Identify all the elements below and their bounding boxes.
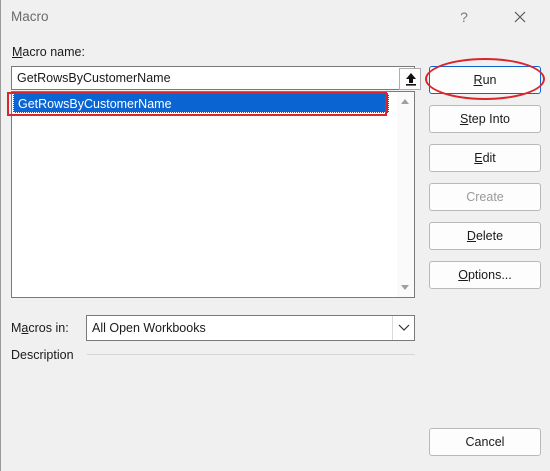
macro-list[interactable]: GetRowsByCustomerName xyxy=(11,91,415,298)
cancel-button[interactable]: Cancel xyxy=(429,428,541,456)
macro-name-input[interactable]: GetRowsByCustomerName xyxy=(11,66,421,90)
collapse-dialog-button[interactable] xyxy=(399,68,421,90)
chevron-down-icon xyxy=(398,324,410,331)
dropdown-toggle[interactable] xyxy=(392,316,414,340)
title-bar: Macro ? xyxy=(1,0,550,34)
create-button[interactable]: Create xyxy=(429,183,541,211)
delete-button[interactable]: Delete xyxy=(429,222,541,250)
options-button[interactable]: Options... xyxy=(429,261,541,289)
macros-in-select[interactable]: All Open Workbooks xyxy=(86,315,415,341)
description-label: Description xyxy=(11,348,74,362)
scroll-down-icon[interactable] xyxy=(400,284,410,291)
list-item-label: GetRowsByCustomerName xyxy=(18,97,172,111)
close-button[interactable] xyxy=(508,5,532,29)
edit-button[interactable]: Edit xyxy=(429,144,541,172)
close-icon xyxy=(514,11,526,23)
help-button[interactable]: ? xyxy=(453,6,475,28)
step-into-button[interactable]: Step Into xyxy=(429,105,541,133)
upload-arrow-icon xyxy=(406,73,416,86)
macro-dialog: Macro ? Macro name: GetRowsByCustomerNam… xyxy=(0,0,550,471)
run-button[interactable]: Run xyxy=(429,66,541,94)
macros-in-value: All Open Workbooks xyxy=(92,321,206,335)
macro-name-value: GetRowsByCustomerName xyxy=(17,71,171,85)
macro-name-label: Macro name: xyxy=(12,45,85,59)
list-scrollbar[interactable] xyxy=(397,92,414,297)
window-title: Macro xyxy=(11,9,49,24)
macros-in-label: Macros in: xyxy=(11,321,69,335)
list-item[interactable]: GetRowsByCustomerName xyxy=(13,93,389,113)
description-divider xyxy=(87,354,415,355)
scroll-up-icon[interactable] xyxy=(400,98,410,105)
